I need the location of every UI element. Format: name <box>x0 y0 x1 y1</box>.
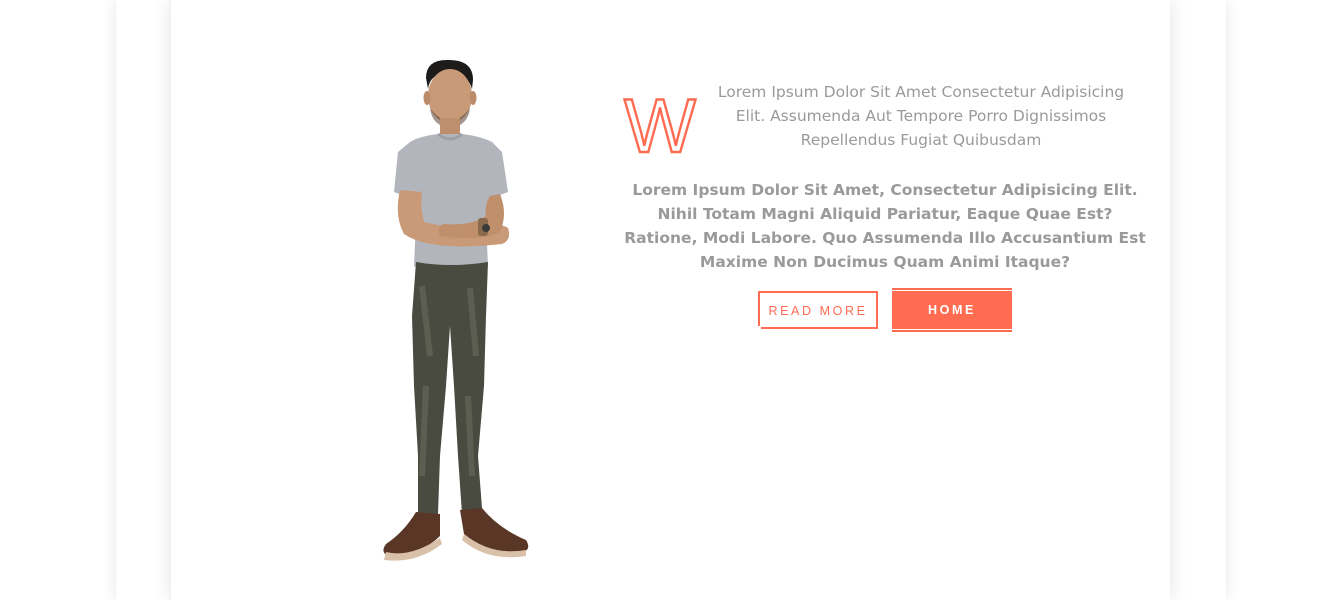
body-text: Lorem Ipsum Dolor Sit Amet, Consectetur … <box>624 181 1146 271</box>
home-button[interactable]: HOME <box>892 288 1012 332</box>
read-more-button[interactable]: READ MORE <box>758 291 878 331</box>
person-photo <box>383 59 529 561</box>
drop-cap-glyph: W <box>624 88 696 160</box>
drop-cap-letter: W <box>623 88 697 160</box>
intro-text: Lorem Ipsum Dolor Sit Amet Consectetur A… <box>717 83 1125 149</box>
